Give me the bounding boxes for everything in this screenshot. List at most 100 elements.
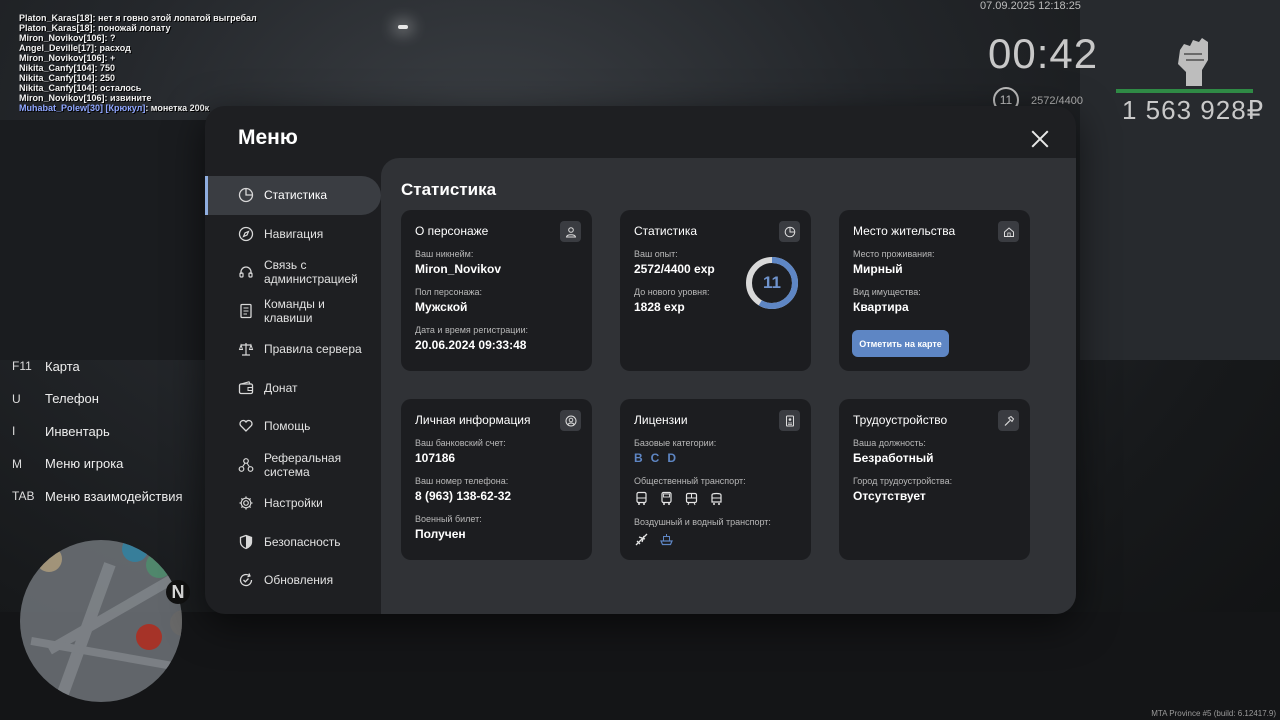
license-category: C <box>650 451 660 465</box>
card-icon <box>779 410 800 431</box>
map-phone-icon <box>122 540 148 562</box>
nav-item-donate[interactable]: Донат <box>205 369 381 408</box>
field-value-bank: 107186 <box>415 451 456 465</box>
field-value-place: Мирный <box>853 262 903 276</box>
hotkey-row: I Инвентарь <box>12 415 183 448</box>
chat-message: Miron_Novikov[106]: + <box>19 53 116 63</box>
nav-item-security[interactable]: Безопасность <box>205 523 381 562</box>
id-card-icon <box>785 415 794 426</box>
nav-item-commands[interactable]: Команды и клавиши <box>205 292 381 331</box>
card-icon <box>998 221 1019 242</box>
level-number: 11 <box>763 273 781 292</box>
nav-item-rules[interactable]: Правила сервера <box>205 330 381 369</box>
nav-item-navigation[interactable]: Навигация <box>205 215 381 254</box>
card-employment: Трудоустройство Ваша должность: Безработ… <box>839 399 1030 560</box>
chat-message: Nikita_Canfy[104]: осталось <box>19 83 142 93</box>
chat-message: Platon_Karas[18]: нет я говно этой лопат… <box>19 13 257 23</box>
field-value-gender: Мужской <box>415 300 468 314</box>
chat-message: Nikita_Canfy[104]: 750 <box>19 63 116 73</box>
trolleybus-icon <box>711 492 722 505</box>
map-marker-icon <box>170 610 182 636</box>
nav-item-updates[interactable]: Обновления <box>205 561 381 600</box>
air-water-transport-icons <box>634 532 797 547</box>
hotkey-row: M Меню игрока <box>12 448 183 481</box>
hud-clock: 00:42 <box>988 30 1099 77</box>
hotkey-action: Меню игрока <box>45 456 124 472</box>
license-category: D <box>667 451 677 465</box>
content-title: Статистика <box>401 180 497 199</box>
license-category: B <box>634 451 643 465</box>
document-icon <box>240 303 252 318</box>
hotkey-action: Меню взаимодействия <box>45 488 183 504</box>
chat-log: Platon_Karas[18]: нет я говно этой лопат… <box>19 13 257 113</box>
chat-text: : монетка 200к <box>145 103 210 113</box>
field-label: Пол персонажа: <box>415 287 483 297</box>
hotkey-row: U Телефон <box>12 383 183 416</box>
home-icon <box>1003 226 1014 237</box>
public-transport-icons <box>634 491 797 506</box>
card-statistics: Статистика Ваш опыт: 2572/4400 exp До но… <box>620 210 811 371</box>
field-label: Военный билет: <box>415 514 482 524</box>
field-label: Базовые категории: <box>634 438 717 448</box>
card-title: Личная информация <box>415 413 531 427</box>
nav-item-statistics[interactable]: Статистика <box>205 176 381 215</box>
ship-icon <box>660 534 673 546</box>
field-value-phone: 8 (963) 138-62-32 <box>415 489 512 503</box>
hotkey-key: I <box>12 424 16 439</box>
pie-chart-icon <box>784 226 795 237</box>
scales-icon <box>238 343 254 356</box>
nav-item-label: Статистика <box>264 188 328 203</box>
hotkey-key: TAB <box>12 489 35 504</box>
card-title: Трудоустройство <box>853 413 948 427</box>
card-title: Статистика <box>634 224 698 238</box>
nav-item-referral[interactable]: Реферальная система <box>205 446 381 485</box>
field-value-military: Получен <box>415 527 466 541</box>
user-circle-icon <box>565 415 576 426</box>
card-character: О персонаже Ваш никнейм: Miron_Novikov П… <box>401 210 592 371</box>
bus-icon <box>636 491 647 505</box>
close-button[interactable] <box>1031 130 1049 148</box>
user-icon <box>565 226 576 237</box>
field-label: Дата и время регистрации: <box>415 325 528 335</box>
field-value-registration: 20.06.2024 09:33:48 <box>415 338 527 352</box>
card-icon <box>998 410 1019 431</box>
nav-item-help[interactable]: Помощь <box>205 407 381 446</box>
field-label: Вид имущества: <box>853 287 921 297</box>
shield-icon <box>239 534 253 549</box>
nav-item-label: Обновления <box>264 573 334 588</box>
field-label: Ваша должность: <box>853 438 926 448</box>
map-road <box>56 562 116 698</box>
plane-icon <box>635 533 648 546</box>
nav-item-settings[interactable]: Настройки <box>205 484 381 523</box>
field-value-position: Безработный <box>853 451 934 465</box>
nav-item-label: Безопасность <box>264 534 341 549</box>
nav-item-label: Навигация <box>264 226 324 241</box>
hotkey-key: F11 <box>12 359 32 374</box>
card-icon <box>779 221 800 242</box>
gear-icon <box>239 496 253 510</box>
menu-title: Меню <box>238 126 298 149</box>
hotkey-action: Карта <box>45 358 80 374</box>
field-label: Место проживания: <box>853 249 935 259</box>
license-categories: B C D <box>634 451 797 465</box>
nav-item-admin-contact[interactable]: Связь с администрацией <box>205 253 381 292</box>
chat-message: Nikita_Canfy[104]: 250 <box>19 73 116 83</box>
hotkey-list: F11 Карта U Телефон I Инвентарь M Меню игрок… <box>12 350 183 513</box>
bus-icon <box>661 491 672 505</box>
card-title: Место жительства <box>853 224 956 238</box>
field-label: Ваш номер телефона: <box>415 476 509 486</box>
hud-health-bar <box>1116 89 1253 93</box>
compass-north: N <box>166 580 190 604</box>
hammer-icon <box>1004 415 1014 426</box>
background-ground <box>0 612 1280 720</box>
background-building-left <box>0 120 210 360</box>
hotkey-row: TAB Меню взаимодействия <box>12 480 183 513</box>
field-label: Ваш банковский счет: <box>415 438 506 448</box>
card-licenses: Лицензии Базовые категории: B C D Общест… <box>620 399 811 560</box>
menu-modal: Меню Статистика Навигация Связь с админи… <box>205 106 1076 614</box>
mark-on-map-button[interactable]: Отметить на карте <box>852 330 949 357</box>
wallet-icon <box>238 380 254 394</box>
hud-money: 1 563 928₽ <box>1122 95 1265 125</box>
hud-date: 07.09.2025 12:18:25 <box>980 0 1081 12</box>
menu-sidebar: Статистика Навигация Связь с администрац… <box>205 176 381 600</box>
